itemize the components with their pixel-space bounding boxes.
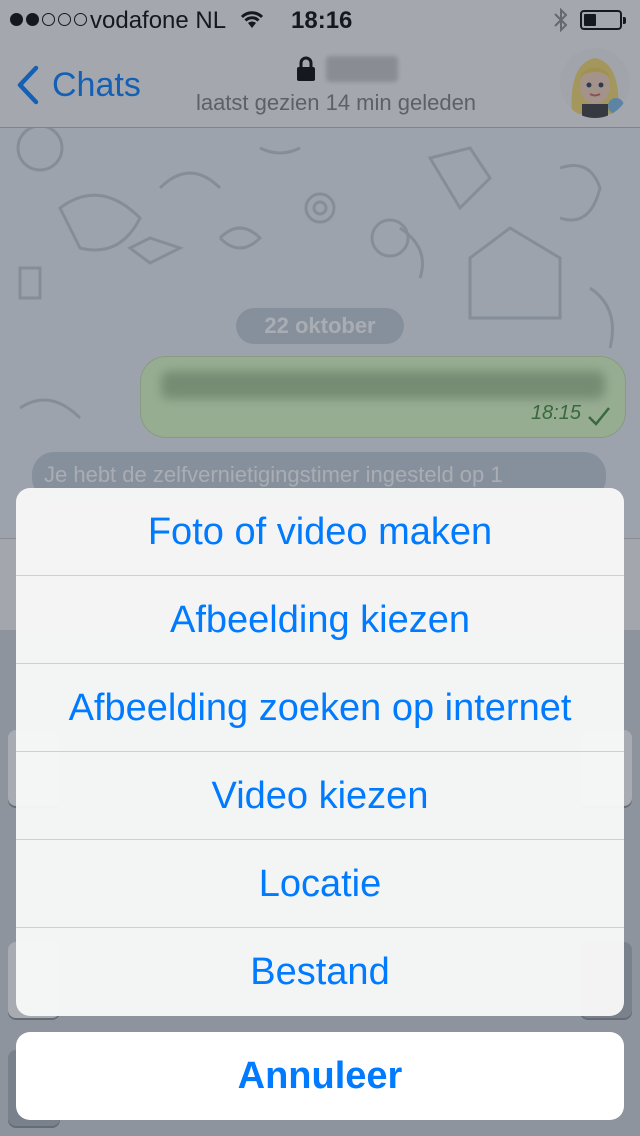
cancel-button[interactable]: Annuleer [16, 1032, 624, 1120]
take-photo-or-video-option[interactable]: Foto of video maken [16, 488, 624, 576]
attachment-action-sheet: Foto of video maken Afbeelding kiezen Af… [16, 488, 624, 1016]
choose-video-option[interactable]: Video kiezen [16, 752, 624, 840]
location-option[interactable]: Locatie [16, 840, 624, 928]
file-option[interactable]: Bestand [16, 928, 624, 1016]
search-image-web-option[interactable]: Afbeelding zoeken op internet [16, 664, 624, 752]
choose-image-option[interactable]: Afbeelding kiezen [16, 576, 624, 664]
